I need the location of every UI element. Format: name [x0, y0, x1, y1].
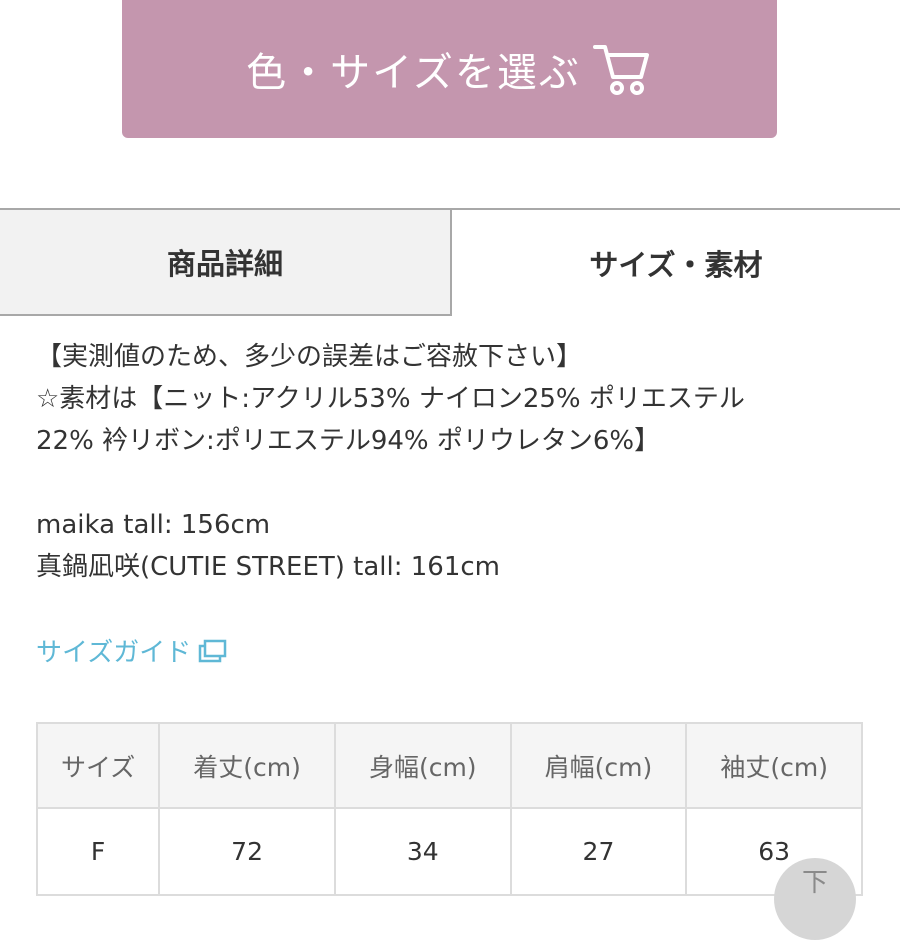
- header-length: 着丈(cm): [158, 722, 336, 809]
- external-link-icon: [198, 639, 227, 662]
- size-table: サイズ 着丈(cm) 身幅(cm) 肩幅(cm) 袖丈(cm) F 72 34 …: [35, 722, 863, 896]
- model-height: 真鍋凪咲(CUTIE STREET) tall: 161cm: [36, 552, 501, 582]
- tab-size-material[interactable]: サイズ・素材: [452, 208, 900, 316]
- select-color-size-button[interactable]: 色・サイズを選ぶ: [122, 0, 777, 138]
- cart-icon: [592, 45, 649, 95]
- model-height: maika tall: 156cm: [36, 510, 271, 540]
- header-body-width: 身幅(cm): [333, 722, 512, 809]
- cell-shoulder-width: 27: [509, 807, 688, 896]
- tab-label: サイズ・素材: [589, 248, 763, 282]
- cell-size: F: [35, 807, 161, 896]
- scroll-down-button[interactable]: 下: [774, 858, 856, 940]
- product-tabs: 商品詳細 サイズ・素材: [0, 208, 900, 316]
- tab-product-details[interactable]: 商品詳細: [0, 208, 452, 316]
- cell-length: 72: [158, 807, 336, 896]
- tab-label: 商品詳細: [166, 247, 283, 281]
- material-line: 22% 衿リボン:ポリエステル94% ポリウレタン6%】: [36, 426, 661, 456]
- size-guide-label: サイズガイド: [36, 638, 192, 668]
- size-table-header-row: サイズ 着丈(cm) 身幅(cm) 肩幅(cm) 袖丈(cm): [35, 722, 863, 809]
- measurement-note: 【実測値のため、多少の誤差はご容赦下さい】: [36, 342, 583, 372]
- material-line: ☆素材は【ニット:アクリル53% ナイロン25% ポリエステル: [36, 384, 745, 414]
- select-button-label: 色・サイズを選ぶ: [246, 50, 581, 96]
- table-row: F 72 34 27 63: [35, 807, 863, 896]
- header-sleeve-length: 袖丈(cm): [685, 722, 863, 809]
- header-shoulder-width: 肩幅(cm): [509, 722, 688, 809]
- scroll-button-label: 下: [801, 868, 828, 898]
- header-size: サイズ: [35, 722, 161, 809]
- size-guide-link[interactable]: サイズガイド: [36, 632, 227, 669]
- cell-body-width: 34: [333, 807, 512, 896]
- size-material-content: 【実測値のため、多少の誤差はご容赦下さい】 ☆素材は【ニット:アクリル53% ナ…: [36, 336, 886, 588]
